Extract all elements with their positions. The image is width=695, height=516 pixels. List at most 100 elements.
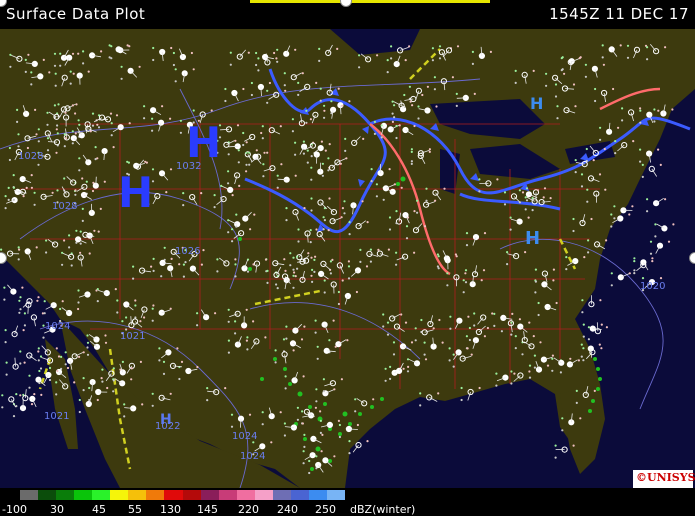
station-data-mark: [301, 72, 304, 75]
station-data-mark: [334, 345, 337, 348]
station-data-mark: [514, 69, 517, 72]
station-data-mark: [551, 354, 555, 357]
station-data-mark: [646, 198, 649, 201]
station-data-mark: [123, 403, 126, 406]
station-data-mark: [345, 157, 348, 160]
station-data-mark: [651, 257, 654, 260]
station-data-mark: [162, 360, 166, 363]
station-data-mark: [465, 244, 469, 247]
station-data-mark: [646, 58, 649, 61]
station-data-mark: [340, 378, 343, 381]
station-data-mark: [513, 372, 516, 375]
station-data-mark: [320, 140, 323, 143]
station-data-mark: [524, 208, 527, 211]
station-data-mark: [38, 381, 41, 385]
station-data-mark: [170, 46, 173, 50]
station-data-mark: [560, 57, 563, 60]
station-data-mark: [30, 83, 33, 86]
window-resize-handle-right[interactable]: [689, 252, 695, 264]
station-data-mark: [285, 337, 288, 340]
station-data-mark: [82, 389, 85, 392]
station-data-mark: [116, 311, 119, 314]
station-data-mark: [128, 122, 131, 125]
station-data-mark: [452, 365, 455, 368]
legend-swatch: [182, 490, 202, 500]
station-data-mark: [55, 347, 58, 350]
station-data-mark: [250, 81, 253, 85]
station-data-mark: [639, 160, 642, 163]
station-data-mark: [410, 162, 413, 165]
station-data-mark: [182, 263, 185, 266]
station-data-mark: [182, 192, 185, 195]
station-data-mark: [384, 367, 387, 370]
station-data-mark: [389, 377, 392, 380]
station-data-mark: [582, 335, 585, 338]
station-data-mark: [641, 277, 645, 280]
station-data-mark: [537, 313, 540, 317]
station-data-mark: [651, 260, 654, 263]
station-data-mark: [245, 170, 248, 173]
station-data-mark: [518, 201, 522, 204]
station-data-mark: [395, 251, 398, 254]
station-data-mark: [387, 248, 390, 251]
station-data-mark: [64, 111, 67, 114]
station-data-mark: [257, 69, 260, 72]
station-data-mark: [654, 223, 657, 226]
station-data-mark: [343, 212, 346, 215]
station-data-mark: [116, 299, 119, 302]
station-data-mark: [438, 318, 441, 322]
station-data-mark: [89, 130, 92, 133]
station-data-mark: [319, 419, 322, 422]
station-data-mark: [289, 264, 292, 267]
station-data-mark: [503, 191, 507, 194]
station-data-mark: [5, 361, 8, 364]
station-data-mark: [301, 410, 304, 413]
station-data-mark: [527, 216, 530, 219]
station-data-mark: [176, 347, 179, 350]
station-data-mark: [255, 63, 258, 67]
station-data-mark: [340, 216, 343, 219]
station-data-mark: [276, 60, 279, 63]
plot-title: Surface Data Plot: [6, 5, 146, 23]
station-data-mark: [315, 400, 318, 403]
station-data-mark: [411, 104, 414, 107]
station-data-mark: [227, 182, 230, 185]
station-data-mark: [114, 288, 117, 291]
station-data-mark: [81, 219, 84, 222]
station-data-mark: [322, 378, 325, 381]
station-data-mark: [106, 386, 109, 390]
station-data-mark: [514, 335, 517, 338]
station-data-mark: [365, 265, 369, 268]
legend-tick-label: 145: [197, 503, 218, 516]
station-data-mark: [143, 117, 146, 120]
station-data-mark: [528, 364, 532, 367]
station-data-mark: [245, 151, 248, 154]
station-data-mark: [587, 251, 590, 254]
station-data-mark: [120, 65, 123, 68]
station-data-mark: [373, 120, 376, 123]
station-data-mark: [283, 258, 286, 261]
legend-tick-label: 220: [238, 503, 259, 516]
station-data-mark: [419, 404, 422, 407]
station-data-mark: [495, 384, 498, 387]
legend-swatch: [110, 490, 129, 500]
station-data-mark: [586, 188, 589, 191]
high-pressure-center-5: H: [530, 94, 543, 113]
station-data-mark: [621, 107, 624, 110]
station-data-mark: [216, 258, 219, 261]
station-data-mark: [68, 234, 71, 237]
station-marker: [572, 258, 579, 265]
station-data-mark: [291, 118, 294, 121]
station-data-mark: [40, 393, 43, 396]
station-data-mark: [152, 46, 155, 50]
station-data-mark: [510, 321, 513, 324]
station-data-mark: [71, 130, 74, 133]
station-data-mark: [563, 72, 566, 75]
station-data-mark: [302, 375, 305, 378]
station-data-mark: [291, 130, 294, 133]
station-data-mark: [174, 80, 177, 83]
station-data-mark: [276, 48, 279, 51]
station-data-mark: [264, 258, 268, 261]
station-data-mark: [500, 330, 503, 333]
station-data-mark: [179, 131, 182, 134]
